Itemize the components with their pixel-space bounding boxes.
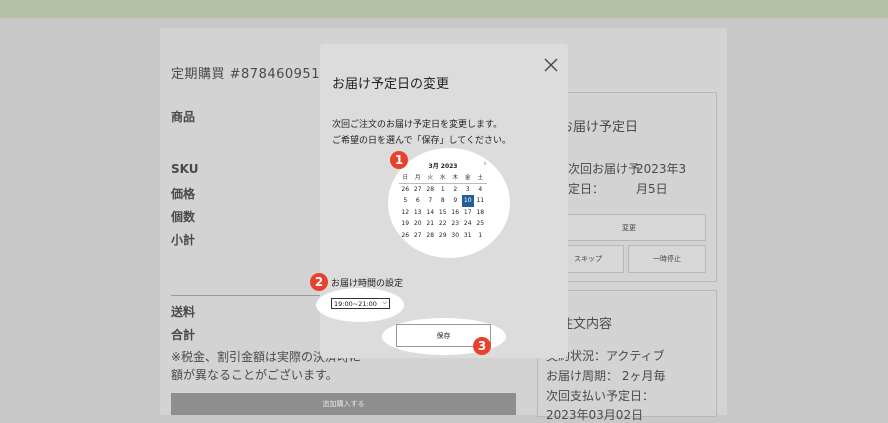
- calendar-day[interactable]: 28: [424, 230, 437, 242]
- calendar-day[interactable]: 30: [449, 230, 462, 242]
- delivery-time-select[interactable]: 19:00~21:00 ⌵: [331, 298, 390, 309]
- calendar-day[interactable]: 18: [474, 207, 487, 219]
- label-product: 商品: [171, 110, 196, 124]
- calendar-day[interactable]: 1: [437, 184, 450, 196]
- next-delivery-date2: 月5日: [636, 182, 668, 196]
- label-shipping: 送料: [171, 305, 196, 319]
- calendar-day[interactable]: 16: [449, 207, 462, 219]
- calendar-day[interactable]: 6: [412, 195, 425, 207]
- order-title: 定期購買 #8784609517: [171, 67, 329, 82]
- calendar-day[interactable]: 26: [399, 184, 412, 196]
- step-badge-2: 2: [310, 273, 328, 291]
- calendar-day[interactable]: 4: [474, 184, 487, 196]
- calendar-day[interactable]: 26: [399, 230, 412, 242]
- calendar-day[interactable]: 15: [437, 207, 450, 219]
- calendar-day[interactable]: 21: [424, 218, 437, 230]
- calendar-day[interactable]: 1: [474, 230, 487, 242]
- weekday-header: 月: [411, 172, 424, 184]
- calendar-day[interactable]: 13: [412, 207, 425, 219]
- delivery-time-label: お届け時間の設定: [331, 279, 404, 289]
- calendar-day[interactable]: 22: [437, 218, 450, 230]
- weekday-header: 火: [424, 172, 437, 184]
- calendar-day[interactable]: 9: [449, 195, 462, 207]
- calendar-day[interactable]: 24: [462, 218, 475, 230]
- tax-note-line2: 額が異なることがございます。: [171, 368, 338, 382]
- next-delivery-date1: 2023年3: [636, 162, 687, 176]
- modal-title: お届け予定日の変更: [332, 77, 450, 92]
- delivery-card-title: お届け予定日: [560, 120, 639, 135]
- calendar-day[interactable]: 23: [449, 218, 462, 230]
- next-delivery-label: 次回お届け予: [568, 162, 641, 176]
- modal-description: 次回ご注文のお届け予定日を変更します。 ご希望の日を選んで「保存」してください。: [332, 117, 511, 149]
- delivery-time-value: 19:00~21:00: [334, 299, 377, 308]
- description-line1: 次回ご注文のお届け予定日を変更します。: [332, 120, 503, 130]
- calendar-day[interactable]: 20: [412, 218, 425, 230]
- calendar-day[interactable]: 17: [462, 207, 475, 219]
- next-month-icon[interactable]: ›: [483, 159, 487, 169]
- label-subtotal: 小計: [171, 233, 196, 247]
- calendar-day[interactable]: 7: [424, 195, 437, 207]
- add-purchase-button[interactable]: 追加購入する: [171, 393, 516, 415]
- weekday-header: 金: [461, 172, 474, 184]
- label-total: 合計: [171, 328, 196, 342]
- label-quantity: 個数: [171, 210, 196, 224]
- calendar-day[interactable]: 31: [462, 230, 475, 242]
- calendar-day[interactable]: 27: [412, 184, 425, 196]
- date-picker: ‹ 3月 2023 › 日月火水木金土262728123456789101112…: [397, 157, 489, 252]
- change-date-button[interactable]: 変更: [552, 214, 706, 241]
- next-delivery-label2: 定日：: [568, 182, 605, 196]
- weekday-header: 日: [399, 172, 412, 184]
- weekday-header: 木: [449, 172, 462, 184]
- step-badge-3: 3: [473, 337, 491, 355]
- calendar-day[interactable]: 14: [424, 207, 437, 219]
- calendar-day[interactable]: 10: [461, 195, 474, 207]
- calendar-day[interactable]: 2: [449, 184, 462, 196]
- chevron-down-icon: ⌵: [382, 299, 387, 306]
- calendar-day[interactable]: 3: [462, 184, 475, 196]
- calendar-day[interactable]: 5: [399, 195, 412, 207]
- calendar-day[interactable]: 25: [474, 218, 487, 230]
- calendar-day[interactable]: 27: [412, 230, 425, 242]
- calendar-day[interactable]: 28: [424, 184, 437, 196]
- top-bar: [0, 0, 888, 18]
- calendar-day[interactable]: 8: [437, 195, 450, 207]
- calendar-month-label: 3月 2023: [428, 163, 458, 170]
- order-next-payment: 次回支払い予定日：: [546, 389, 655, 403]
- weekday-header: 水: [436, 172, 449, 184]
- calendar-day[interactable]: 29: [437, 230, 450, 242]
- step-badge-1: 1: [390, 151, 408, 169]
- pause-button[interactable]: 一時停止: [628, 245, 706, 273]
- calendar-day[interactable]: 11: [474, 195, 487, 207]
- calendar-day[interactable]: 19: [399, 218, 412, 230]
- order-cycle: お届け周期： 2ヶ月毎: [546, 369, 666, 383]
- weekday-header: 土: [474, 172, 487, 184]
- calendar-day[interactable]: 12: [399, 207, 412, 219]
- description-line2: ご希望の日を選んで「保存」してください。: [332, 136, 512, 146]
- calendar-grid: 日月火水木金土 26 27 28 1 2 3 4 5 6 7 8 9 10 11 12 13 14 15 16 17 18…: [399, 172, 487, 241]
- label-sku: SKU: [171, 162, 199, 176]
- label-price: 価格: [171, 187, 196, 201]
- close-icon[interactable]: [543, 57, 559, 73]
